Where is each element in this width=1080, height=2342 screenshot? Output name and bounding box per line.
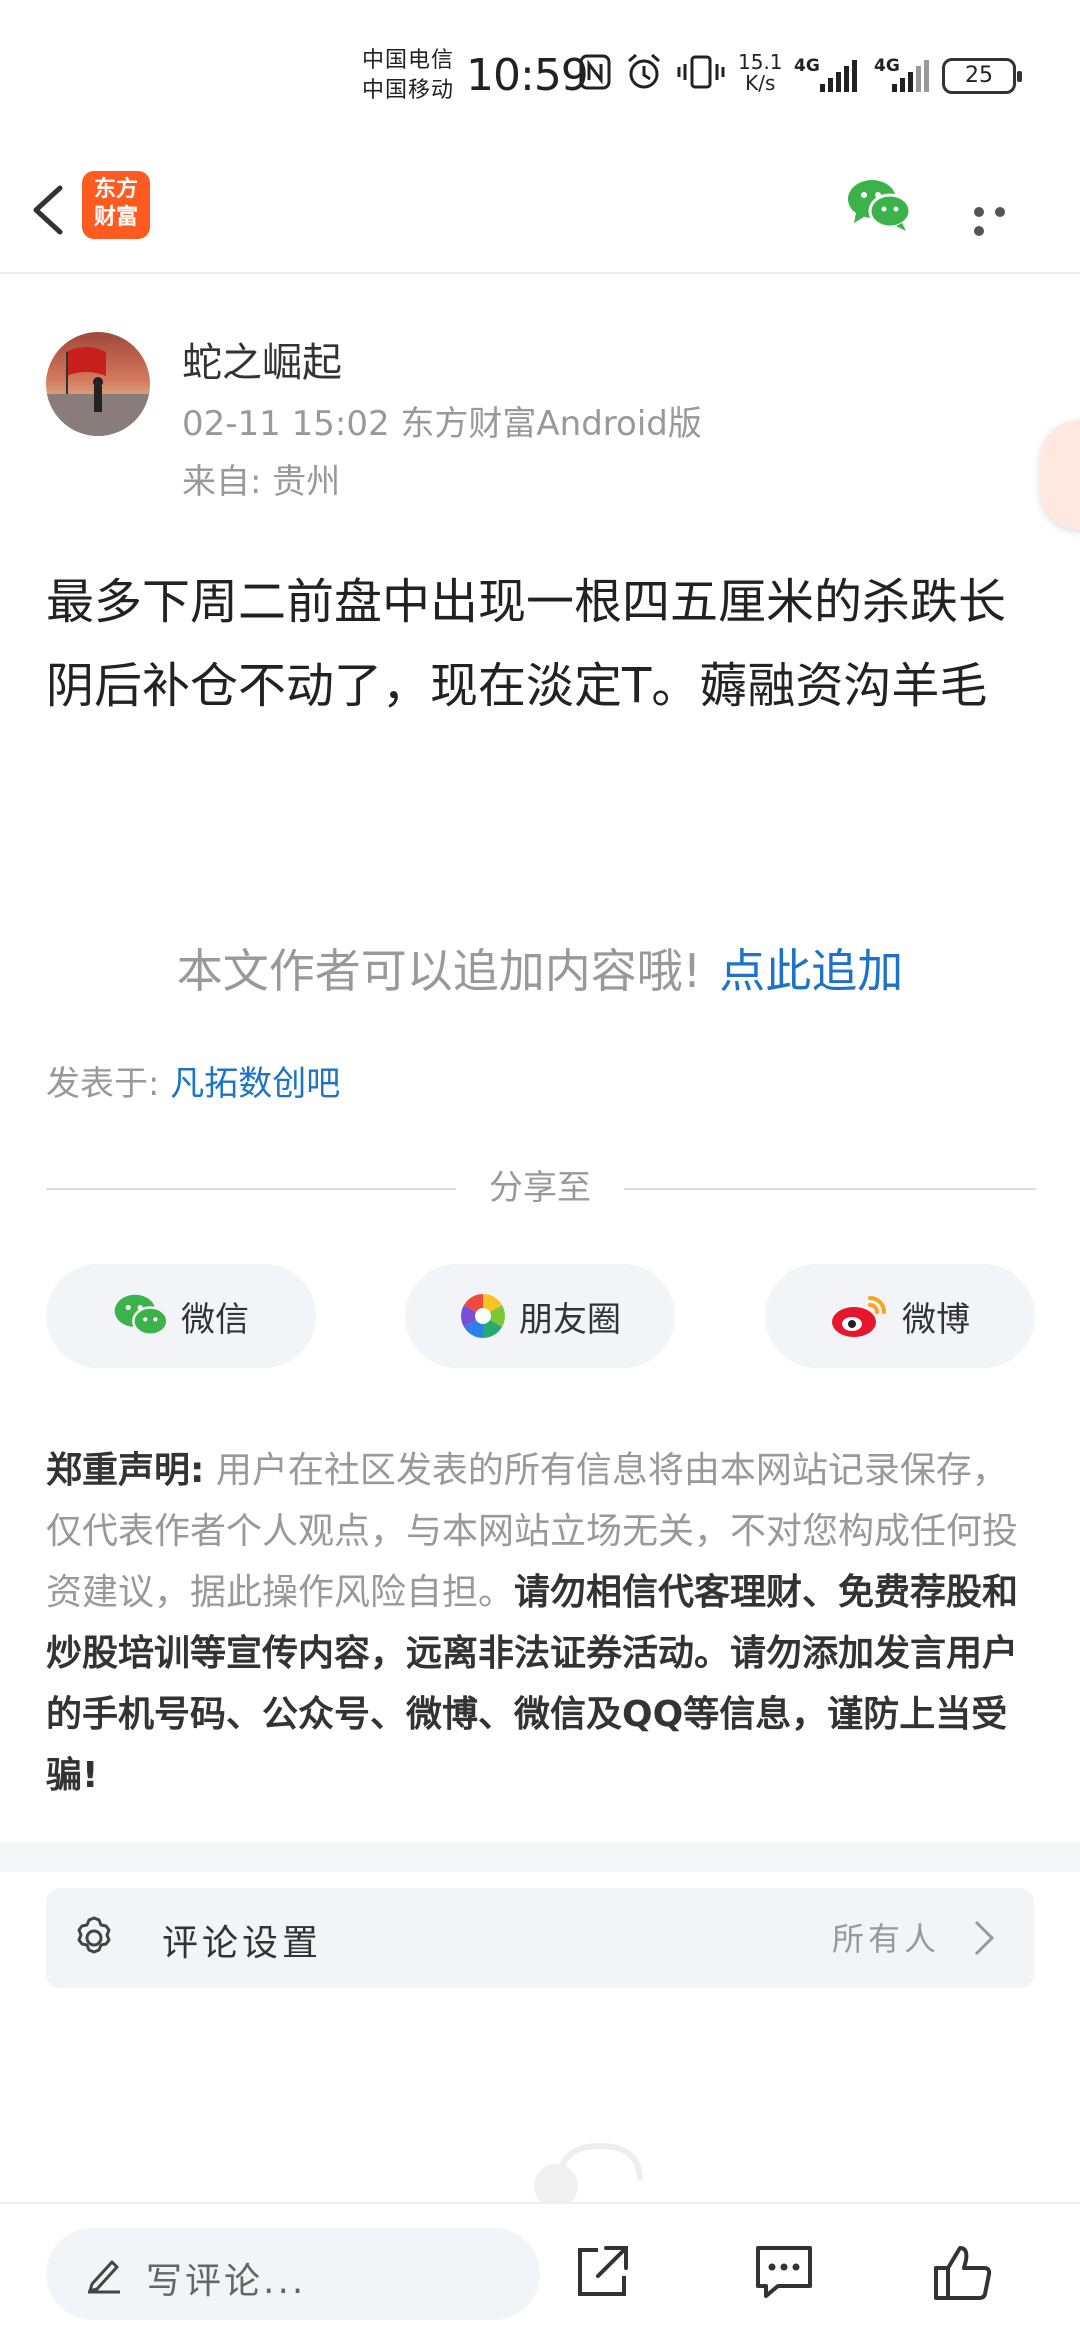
wechat-share-icon[interactable] xyxy=(846,177,912,233)
weibo-icon xyxy=(832,1296,886,1337)
comment-input[interactable]: 写评论... xyxy=(46,2228,540,2320)
back-icon[interactable] xyxy=(22,178,82,242)
wechat-icon xyxy=(114,1294,169,1336)
floating-badge[interactable] xyxy=(1040,420,1080,530)
nfc-icon xyxy=(579,54,611,90)
share-moments-button[interactable]: 朋友圈 xyxy=(405,1264,675,1368)
alarm-icon xyxy=(628,53,660,89)
signal-bars-1-icon xyxy=(820,60,857,92)
empty-state-icon xyxy=(534,2142,643,2210)
avatar[interactable] xyxy=(46,332,150,436)
pencil-icon xyxy=(88,2260,120,2294)
avatar-image-icon xyxy=(46,347,150,436)
posted-in-label: 发表于: xyxy=(46,1064,160,1104)
share-wechat-button[interactable]: 微信 xyxy=(46,1264,316,1368)
disclaimer: 郑重声明: 用户在社区发表的所有信息将由本网站记录保存，仅代表作者个人观点，与本… xyxy=(46,1440,1038,1806)
more-options-icon[interactable] xyxy=(974,202,1030,236)
comment-icon[interactable] xyxy=(752,2242,816,2302)
status-bar: 中国电信 中国移动 10:59 15.1 K/s 4G 4G 25 xyxy=(0,0,1080,150)
disclaimer-colon: : xyxy=(190,1450,205,1491)
vibrate-icon xyxy=(677,55,725,89)
carrier-info: 中国电信 中国移动 xyxy=(362,46,454,106)
top-nav: 东方 财富 xyxy=(0,150,1080,274)
share-title-text: 分享至 xyxy=(489,1168,591,1208)
battery-indicator: 25 xyxy=(942,58,1022,94)
network-speed: 15.1 K/s xyxy=(738,52,783,94)
share-weibo-button[interactable]: 微博 xyxy=(765,1264,1035,1368)
post-meta: 02-11 15:02 东方财富Android版 xyxy=(182,404,702,444)
add-content-prompt: 本文作者可以追加内容哦! 点此追加 xyxy=(0,935,1080,1001)
speed-value: 15.1 xyxy=(738,50,783,74)
bottom-bar: 写评论... xyxy=(0,2202,1080,2342)
add-content-text: 本文作者可以追加内容哦! xyxy=(176,944,702,998)
carrier-2: 中国移动 xyxy=(362,78,455,103)
author-name[interactable]: 蛇之崛起 xyxy=(182,330,342,388)
disclaimer-label: 郑重声明 xyxy=(46,1450,191,1491)
share-out-icon[interactable] xyxy=(572,2242,632,2302)
comment-settings-row[interactable]: 评论设置 所有人 xyxy=(46,1888,1034,1988)
gear-icon xyxy=(77,1916,111,1954)
post-content: 最多下周二前盘中出现一根四五厘米的杀跌长阴后补仓不动了，现在淡定T。薅融资沟羊毛 xyxy=(46,574,1007,714)
share-weibo-label: 微博 xyxy=(902,1299,970,1340)
logo-line-1: 东方 xyxy=(93,177,138,202)
clock: 10:59 xyxy=(466,50,589,101)
moments-icon xyxy=(461,1294,505,1338)
app-logo[interactable]: 东方 财富 xyxy=(82,171,150,239)
comment-settings-value: 所有人 xyxy=(832,1920,941,1958)
like-icon[interactable] xyxy=(930,2240,994,2304)
chevron-right-icon xyxy=(974,1920,995,1956)
comment-settings-label: 评论设置 xyxy=(162,1923,323,1964)
comment-placeholder: 写评论... xyxy=(146,2261,307,2302)
share-wechat-label: 微信 xyxy=(181,1299,249,1340)
speed-unit: K/s xyxy=(745,71,776,95)
logo-line-2: 财富 xyxy=(93,205,138,230)
add-content-link[interactable]: 点此追加 xyxy=(719,944,903,998)
share-title: 分享至 xyxy=(0,1160,1080,1209)
signal-bars-2-icon xyxy=(892,60,929,92)
carrier-1: 中国电信 xyxy=(362,48,455,73)
posted-in-bar-link[interactable]: 凡拓数创吧 xyxy=(170,1064,340,1104)
author-location: 来自: 贵州 xyxy=(182,462,341,502)
share-moments-label: 朋友圈 xyxy=(519,1299,621,1340)
posted-in: 发表于: 凡拓数创吧 xyxy=(46,1056,340,1105)
section-divider xyxy=(0,1842,1080,1872)
